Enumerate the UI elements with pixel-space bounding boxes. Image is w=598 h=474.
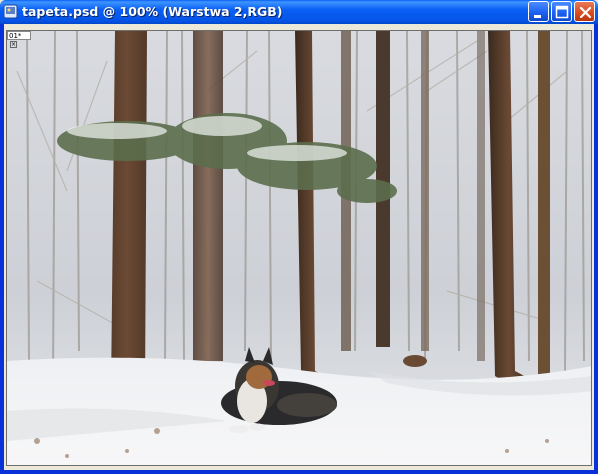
window-title: tapeta.psd @ 100% (Warstwa 2,RGB) [22, 4, 283, 19]
ruler-corner[interactable]: 01* × [7, 31, 31, 48]
close-button[interactable] [574, 1, 595, 22]
snowy-forest-photo [7, 31, 591, 465]
minimize-button[interactable] [528, 1, 549, 22]
document-window: tapeta.psd @ 100% (Warstwa 2,RGB) 01* × [0, 0, 598, 474]
close-icon [579, 6, 592, 19]
document-frame: 01* × [0, 24, 598, 474]
corner-label: 01* [9, 32, 22, 40]
minimize-icon [534, 15, 541, 18]
maximize-icon [555, 5, 569, 19]
close-icon[interactable]: × [10, 41, 17, 48]
maximize-button[interactable] [551, 1, 572, 22]
title-bar[interactable]: tapeta.psd @ 100% (Warstwa 2,RGB) [0, 0, 598, 24]
photoshop-document-icon [3, 4, 18, 19]
image-canvas[interactable]: 01* × [6, 30, 592, 466]
